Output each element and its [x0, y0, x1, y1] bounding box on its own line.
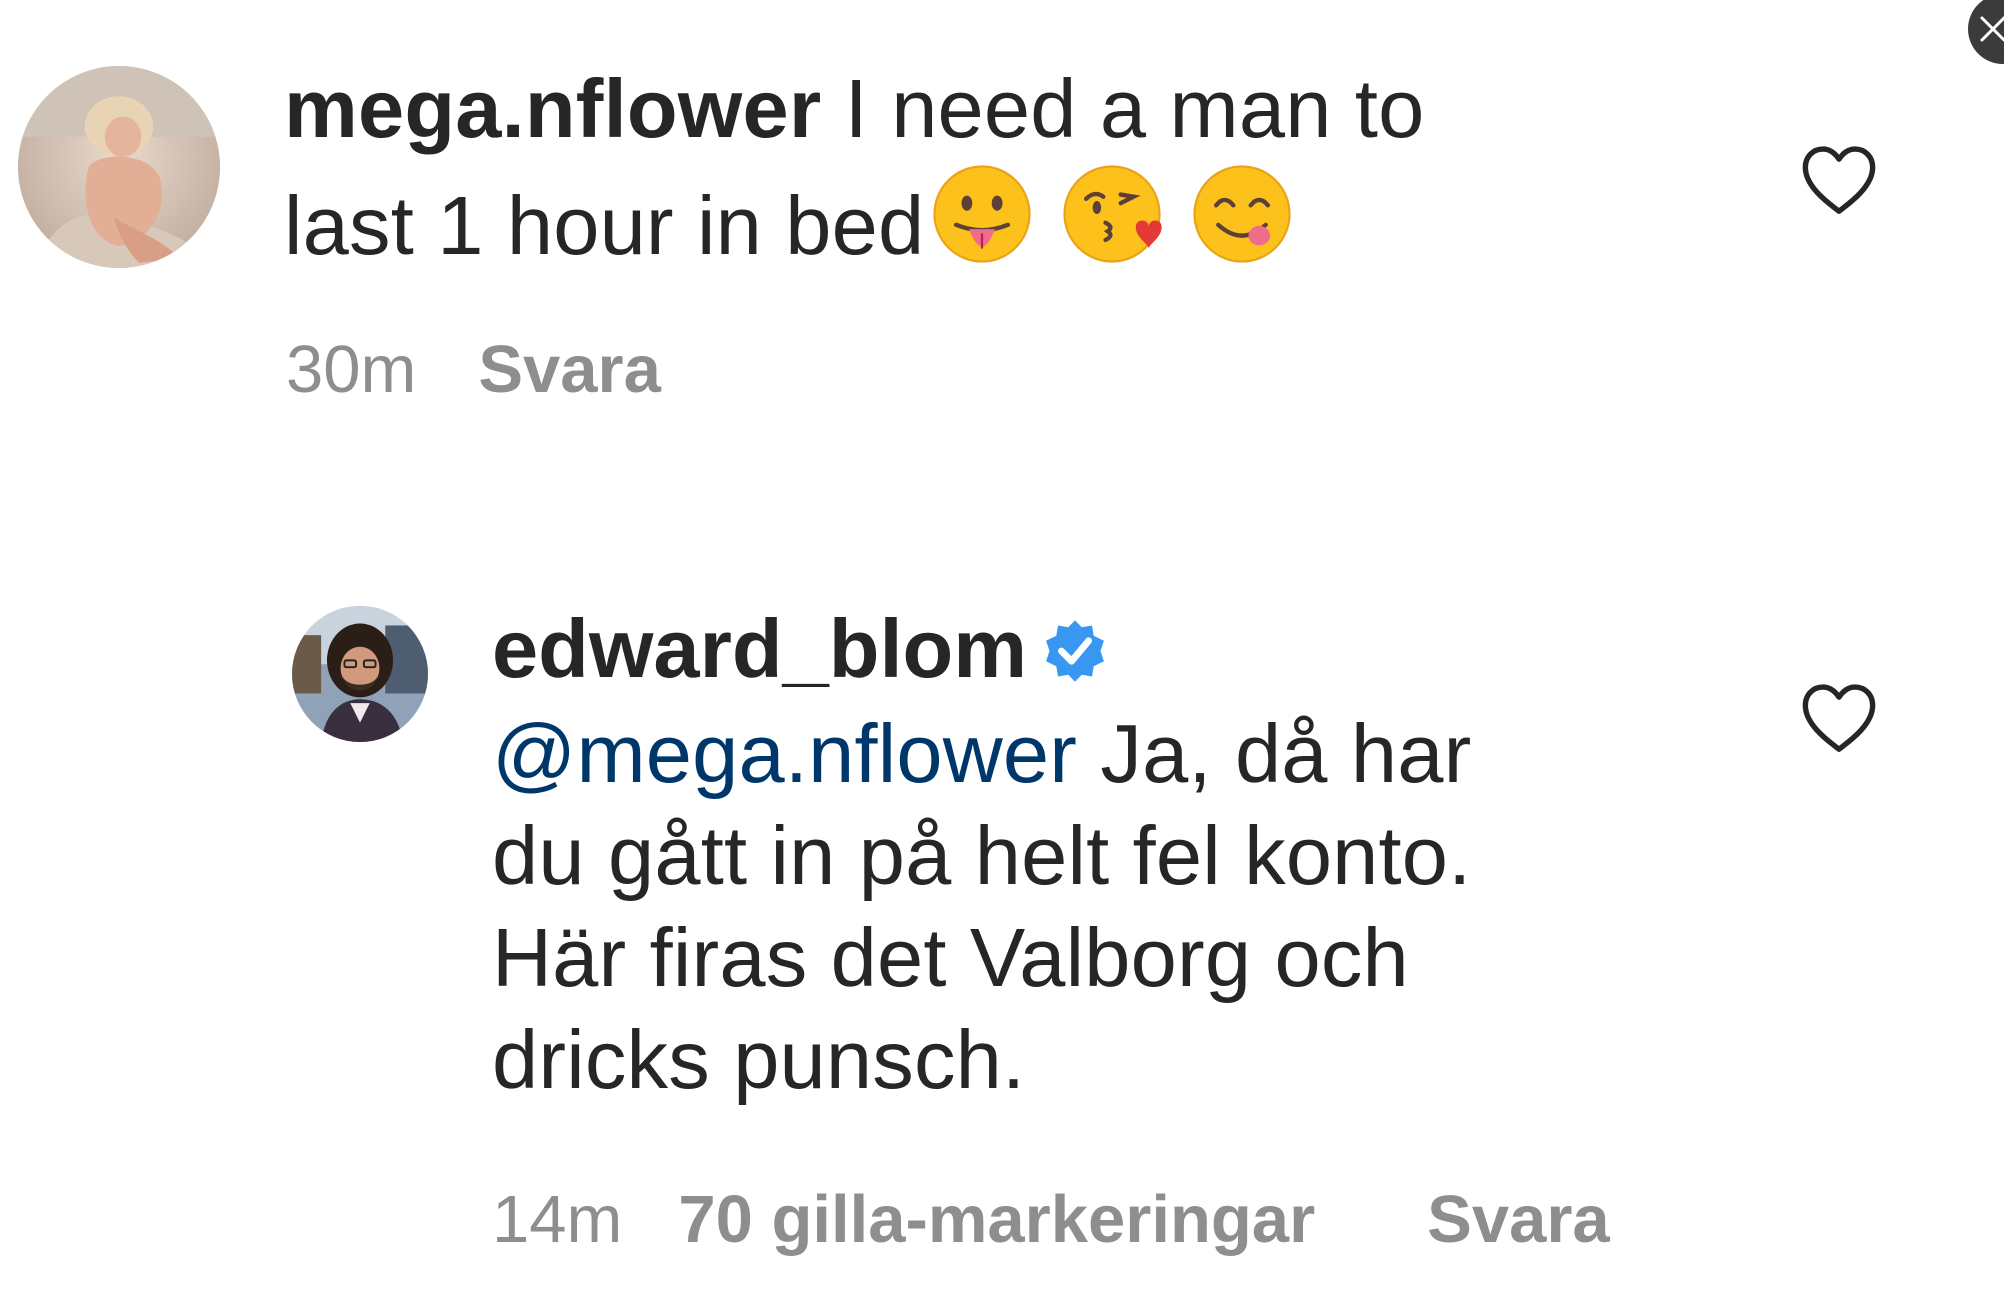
yum-face-emoji [1188, 160, 1296, 268]
comment-line: last 1 hour in bed [284, 179, 925, 272]
kissing-heart-emoji [1058, 160, 1166, 268]
heart-icon[interactable] [1798, 682, 1880, 756]
tongue-face-emoji [928, 160, 1036, 268]
comment-text: @mega.nflower Ja, då har du gått in på h… [492, 703, 1472, 1111]
comment-time: 30m [286, 332, 417, 407]
heart-icon[interactable] [1798, 144, 1880, 218]
comment-header: edward_blom [492, 598, 1109, 700]
mention-link[interactable]: @mega.nflower [492, 707, 1077, 800]
comment-line: dricks punsch. [492, 1013, 1026, 1106]
comment-line: Här firas det Valborg och [492, 911, 1409, 1004]
verified-badge-icon [1041, 617, 1109, 685]
comment-line: du gått in på helt fel konto. [492, 809, 1472, 902]
reply-button[interactable]: Svara [478, 332, 661, 407]
profile-photo [18, 66, 220, 268]
username-link[interactable]: mega.nflower [284, 62, 821, 155]
comment-line: Ja, då har [1077, 707, 1472, 800]
likes-count-link[interactable]: 70 gilla-markeringar [678, 1182, 1315, 1257]
comment-mega-nflower: mega.nflower I need a man to last 1 hour… [0, 0, 2004, 440]
profile-photo [292, 606, 428, 742]
reply-button[interactable]: Svara [1427, 1182, 1610, 1257]
comment-time: 14m [492, 1182, 623, 1257]
comment-text: mega.nflower I need a man to last 1 hour… [284, 58, 1424, 277]
username-link[interactable]: edward_blom [492, 602, 1027, 695]
comment-meta: 14m 70 gilla-markeringar Svara [492, 1180, 1610, 1260]
comment-line: I need a man to [844, 62, 1425, 155]
avatar[interactable] [292, 606, 428, 742]
avatar[interactable] [18, 66, 220, 268]
comment-meta: 30m Svara [286, 330, 661, 410]
